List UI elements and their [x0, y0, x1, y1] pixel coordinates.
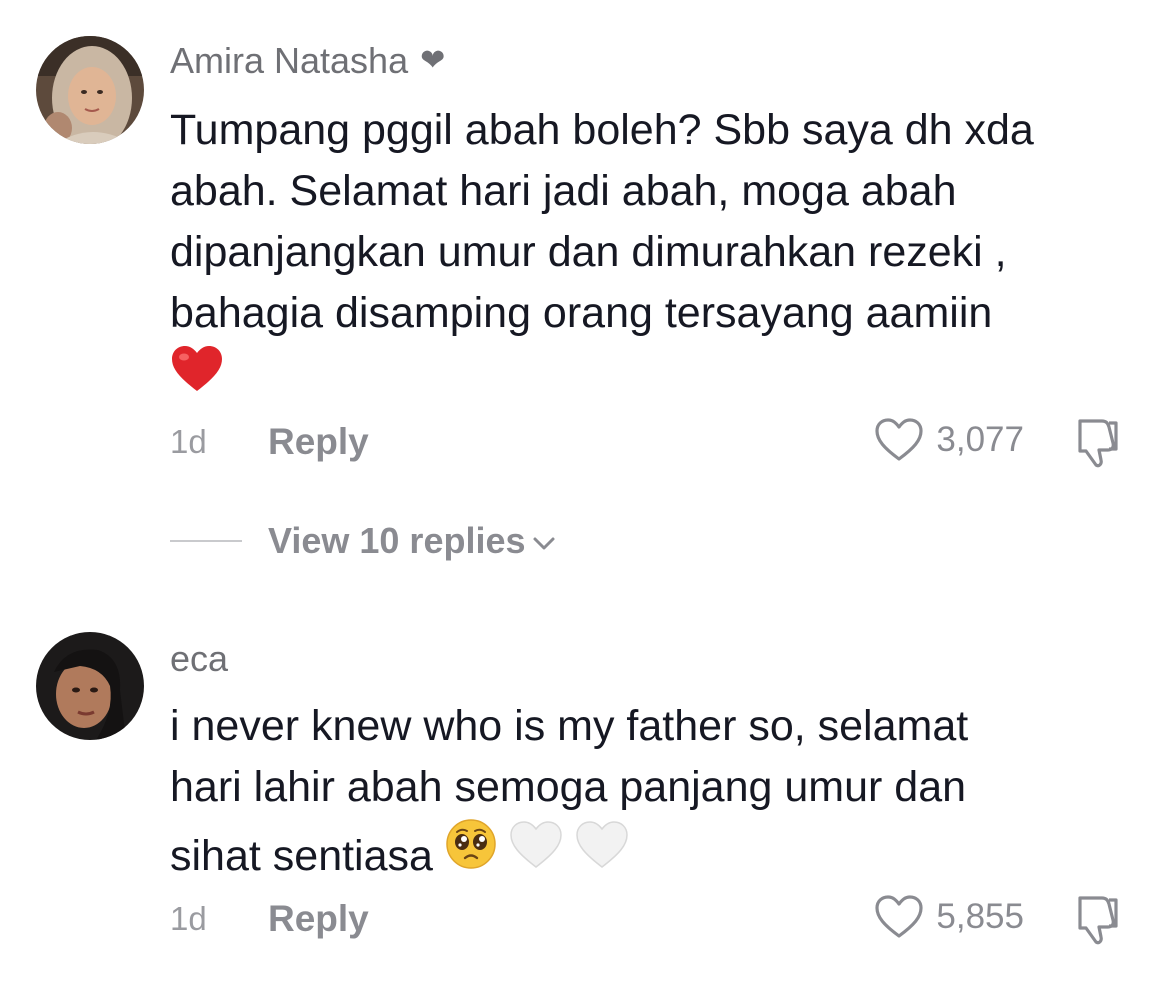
view-replies-label: View 10 replies [268, 520, 526, 561]
heart-icon: ❤ [420, 44, 446, 77]
comment-line: sihat sentiasa [170, 818, 1130, 887]
comment-text: i never knew who is my father so, selama… [170, 696, 1130, 887]
avatar-photo [36, 632, 144, 740]
heart-outline-icon [875, 895, 924, 938]
comment-line-text: sihat sentiasa [170, 832, 433, 880]
comment-line: Tumpang pggil abah boleh? Sbb saya dh xd… [170, 106, 1034, 154]
chevron-down-icon [533, 537, 555, 550]
view-replies-button[interactable]: View 10 replies [170, 520, 556, 562]
thumbs-down-icon [1078, 419, 1118, 468]
username-text: Amira Natasha [170, 40, 409, 81]
comment-line: hari lahir abah semoga panjang umur dan [170, 763, 967, 811]
comment-actions: 1d Reply 3,077 [170, 415, 1130, 475]
comment-line: dipanjangkan umur dan dimurahkan rezeki … [170, 228, 1007, 276]
like-button[interactable]: 3,077 [874, 417, 1024, 463]
comment-item: Amira Natasha ❤ Tumpang pggil abah boleh… [0, 0, 1170, 580]
comment-line: i never knew who is my father so, selama… [170, 702, 969, 750]
avatar[interactable] [36, 36, 144, 144]
comment-actions: 1d Reply 5,855 [170, 892, 1130, 952]
heart-outline-icon [875, 418, 924, 461]
comment-line: bahagia disamping orang tersayang aamiin [170, 289, 993, 337]
reply-button[interactable]: Reply [268, 898, 369, 940]
comment-username[interactable]: Amira Natasha ❤ [170, 40, 445, 82]
divider [170, 540, 242, 542]
comment-username[interactable]: eca [170, 638, 228, 680]
white-heart-emoji-icon [510, 821, 562, 868]
red-heart-emoji-icon [172, 346, 222, 391]
like-button[interactable]: 5,855 [874, 894, 1024, 940]
thumbs-down-icon [1078, 896, 1118, 945]
reply-button[interactable]: Reply [268, 421, 369, 463]
dislike-button[interactable] [1072, 892, 1122, 953]
dislike-button[interactable] [1072, 415, 1122, 476]
avatar[interactable] [36, 632, 144, 740]
like-count: 3,077 [936, 420, 1024, 459]
comment-item: eca i never knew who is my father so, se… [0, 600, 1170, 991]
comment-time: 1d [170, 900, 207, 937]
avatar-photo [36, 36, 144, 144]
comment-emoji-line [170, 344, 1130, 405]
comment-line: abah. Selamat hari jadi abah, moga abah [170, 167, 957, 215]
white-heart-emoji-icon [576, 821, 628, 868]
comment-text: Tumpang pggil abah boleh? Sbb saya dh xd… [170, 100, 1130, 405]
username-text: eca [170, 638, 229, 679]
comment-time: 1d [170, 423, 207, 460]
like-count: 5,855 [936, 897, 1024, 936]
pleading-face-emoji-icon [446, 819, 496, 869]
